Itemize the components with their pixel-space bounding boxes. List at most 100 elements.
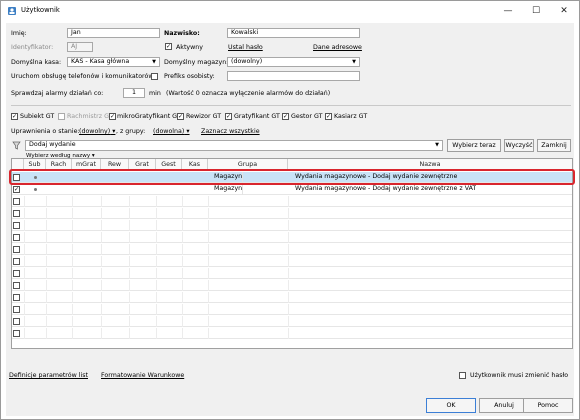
- row-checkbox[interactable]: [13, 246, 20, 253]
- clear-button[interactable]: Wyczyść: [504, 139, 534, 152]
- table-row[interactable]: ✓ Magazyn Wydania magazynowe - Dodaj wyd…: [12, 184, 572, 195]
- table-row-empty[interactable]: [12, 232, 572, 243]
- phone-handling-checkbox[interactable]: [151, 73, 158, 80]
- identifier-label: Identyfikator:: [11, 44, 54, 51]
- column-divider: [72, 220, 73, 231]
- table-row-empty[interactable]: [12, 328, 572, 339]
- column-divider: [156, 280, 157, 291]
- close-search-button[interactable]: Zamknij: [537, 139, 571, 152]
- row-checkbox[interactable]: [13, 210, 20, 217]
- row-checkbox[interactable]: ✓: [13, 186, 20, 193]
- column-divider: [101, 304, 102, 315]
- role-label: Kasiarz GT: [334, 113, 368, 120]
- row-checkbox[interactable]: [13, 222, 20, 229]
- column-divider: [182, 196, 183, 207]
- column-divider: [182, 244, 183, 255]
- column-divider: [46, 244, 47, 255]
- default-warehouse-select[interactable]: (dowolny) ▼: [227, 57, 360, 67]
- table-row-empty[interactable]: [12, 256, 572, 267]
- column-divider: [46, 232, 47, 243]
- close-button[interactable]: ✕: [551, 4, 577, 18]
- column-divider: [182, 292, 183, 303]
- row-checkbox[interactable]: [13, 198, 20, 205]
- row-checkbox[interactable]: [13, 294, 20, 301]
- table-row-empty[interactable]: [12, 280, 572, 291]
- table-row-empty[interactable]: [12, 244, 572, 255]
- column-divider: [288, 232, 289, 243]
- column-divider: [156, 292, 157, 303]
- last-name-input[interactable]: Kowalski: [227, 28, 360, 38]
- address-data-link[interactable]: Dane adresowe: [313, 43, 362, 52]
- cancel-button[interactable]: Anuluj: [479, 398, 529, 413]
- role-checkbox[interactable]: ✓: [11, 113, 18, 120]
- role-checkbox[interactable]: ✓: [325, 113, 332, 120]
- table-row-empty[interactable]: [12, 316, 572, 327]
- column-divider: [156, 268, 157, 279]
- row-checkbox[interactable]: [13, 234, 20, 241]
- role-checkbox[interactable]: ✓: [177, 113, 184, 120]
- column-divider: [129, 280, 130, 291]
- list-params-link[interactable]: Definicje parametrów list: [9, 371, 88, 380]
- personal-prefix-input[interactable]: [227, 71, 360, 81]
- column-divider: [24, 220, 25, 231]
- role-label: mikroGratyfikant GT: [117, 113, 181, 120]
- active-checkbox[interactable]: ✓: [165, 43, 172, 50]
- table-row-empty[interactable]: [12, 292, 572, 303]
- role-checkbox[interactable]: [58, 113, 65, 120]
- row-checkbox[interactable]: [13, 258, 20, 265]
- set-password-link[interactable]: Ustal hasło: [228, 43, 263, 52]
- state-filter-dropdown[interactable]: (dowolny) ▾: [79, 127, 115, 136]
- row-checkbox[interactable]: [13, 270, 20, 277]
- identifier-input[interactable]: AJ: [67, 42, 93, 52]
- row-checkbox[interactable]: [13, 306, 20, 313]
- table-row-empty[interactable]: [12, 220, 572, 231]
- personal-prefix-label: Prefiks osobisty:: [164, 73, 215, 80]
- column-divider: [46, 268, 47, 279]
- column-divider: [182, 268, 183, 279]
- active-label: Aktywny: [176, 44, 204, 51]
- column-divider: [288, 220, 289, 231]
- alarm-interval-label: Sprawdzaj alarmy działań co:: [11, 90, 104, 97]
- column-divider: [288, 208, 289, 219]
- alarm-interval-input[interactable]: 1: [123, 88, 145, 98]
- title-bar: Użytkownik — ☐ ✕: [1, 1, 579, 20]
- group-filter-value: (dowolna): [153, 128, 185, 135]
- column-divider: [288, 196, 289, 207]
- group-filter-dropdown[interactable]: (dowolna) ▾: [153, 127, 190, 136]
- table-row-empty[interactable]: [12, 268, 572, 279]
- maximize-button[interactable]: ☐: [523, 4, 549, 18]
- select-all-link[interactable]: Zaznacz wszystkie: [201, 127, 260, 136]
- column-divider: [208, 316, 209, 327]
- column-divider: [288, 304, 289, 315]
- column-divider: [129, 316, 130, 327]
- column-divider: [129, 292, 130, 303]
- row-checkbox[interactable]: [13, 282, 20, 289]
- first-name-input[interactable]: Jan: [67, 28, 160, 38]
- column-divider: [101, 316, 102, 327]
- first-name-label: Imię:: [11, 30, 27, 37]
- search-combo[interactable]: Dodaj wydanie ▼: [25, 140, 443, 151]
- role-checkbox[interactable]: ✓: [225, 113, 232, 120]
- role-checkbox[interactable]: ✓: [109, 113, 116, 120]
- column-divider: [72, 304, 73, 315]
- table-row-empty[interactable]: [12, 304, 572, 315]
- must-change-password-checkbox[interactable]: [459, 372, 466, 379]
- minimize-button[interactable]: —: [495, 4, 521, 18]
- role-checkbox[interactable]: ✓: [282, 113, 289, 120]
- help-button[interactable]: Pomoc: [523, 398, 573, 413]
- column-divider: [208, 328, 209, 339]
- column-divider: [208, 304, 209, 315]
- column-divider: [208, 208, 209, 219]
- table-row-empty[interactable]: [12, 196, 572, 207]
- window-title: Użytkownik: [21, 6, 60, 14]
- row-checkbox[interactable]: [13, 318, 20, 325]
- table-row-empty[interactable]: [12, 208, 572, 219]
- column-divider: [129, 208, 130, 219]
- choose-now-button[interactable]: Wybierz teraz: [447, 139, 501, 152]
- default-cash-select[interactable]: KAS - Kasa główna ▼: [67, 57, 160, 67]
- conditional-format-link[interactable]: Formatowanie Warunkowe: [101, 371, 184, 380]
- column-divider: [182, 316, 183, 327]
- column-divider: [156, 232, 157, 243]
- ok-button[interactable]: OK: [426, 398, 476, 413]
- row-checkbox[interactable]: [13, 330, 20, 337]
